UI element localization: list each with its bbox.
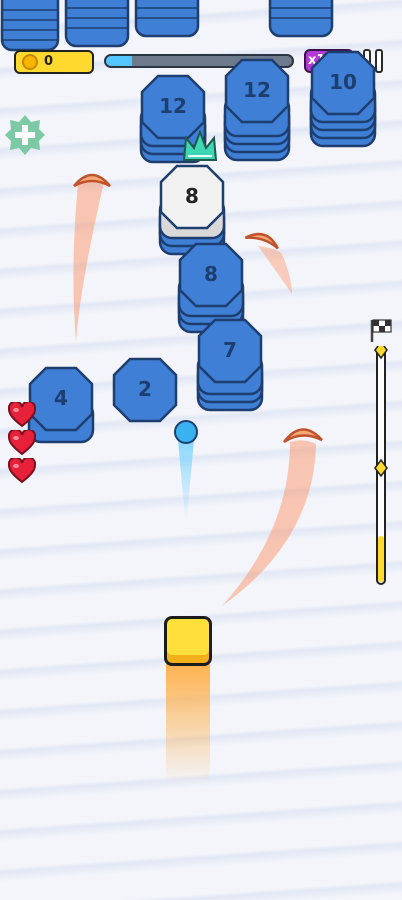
boost-plus-button[interactable]: [4, 114, 46, 156]
block-value: 12: [159, 94, 187, 118]
level-distance-track: [374, 346, 388, 585]
enemy-projectile: [222, 428, 323, 606]
block-value: 8: [204, 262, 218, 286]
block-value: 4: [54, 386, 68, 410]
coin-counter: 0: [14, 50, 94, 74]
heart-icon: [8, 430, 36, 456]
block-stack-shape: [309, 50, 377, 148]
block-stack-shape: [223, 58, 291, 162]
block-value: 10: [329, 70, 357, 94]
block-value: 7: [223, 338, 237, 362]
block-value: 8: [185, 184, 199, 208]
paddle-trail: [166, 664, 210, 784]
block-stack: 10: [309, 50, 377, 150]
block-value: 2: [138, 377, 152, 401]
pause-icon: [375, 49, 383, 73]
player-paddle[interactable]: [164, 616, 212, 666]
coin-icon: [22, 54, 38, 70]
block-single: 2: [112, 357, 178, 429]
ball: [174, 420, 198, 444]
checkered-flag-icon: [370, 319, 392, 342]
heart-icon: [8, 458, 36, 484]
block-stack: 12: [223, 58, 291, 162]
coin-count: 0: [44, 54, 54, 69]
block-stack-shape: [196, 318, 264, 412]
enemy-projectile: [73, 173, 111, 342]
level-progress-fill: [106, 56, 133, 66]
block-stack: 7: [196, 318, 264, 412]
crown-icon: [182, 130, 218, 161]
heart-icon: [8, 402, 36, 428]
enemy-projectile: [244, 232, 292, 294]
block-value: 12: [243, 78, 271, 102]
block-stack: 4: [27, 366, 95, 446]
